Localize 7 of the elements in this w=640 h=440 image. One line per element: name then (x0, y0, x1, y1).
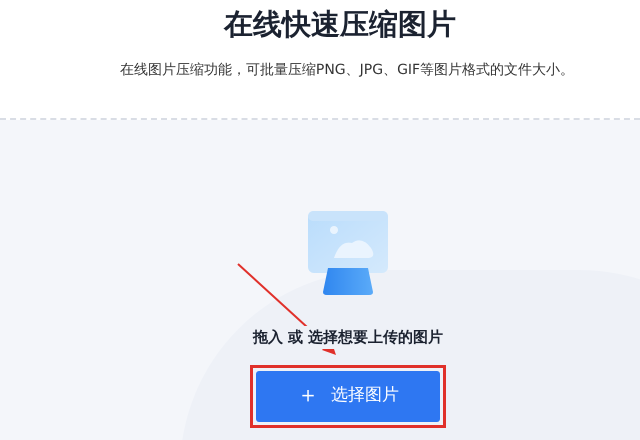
page-subtitle: 在线图片压缩功能，可批量压缩PNG、JPG、GIF等图片格式的文件大小。 (118, 61, 574, 80)
image-monitor-icon (307, 210, 389, 298)
page-title: 在线快速压缩图片 (224, 6, 456, 42)
upload-area[interactable]: 拖入 或 选择想要上传的图片 ＋ 选择图片 (0, 120, 640, 440)
upload-hint: 拖入 或 选择想要上传的图片 (250, 326, 446, 348)
select-images-button[interactable]: ＋ 选择图片 (256, 370, 440, 422)
plus-icon: ＋ (297, 385, 319, 407)
